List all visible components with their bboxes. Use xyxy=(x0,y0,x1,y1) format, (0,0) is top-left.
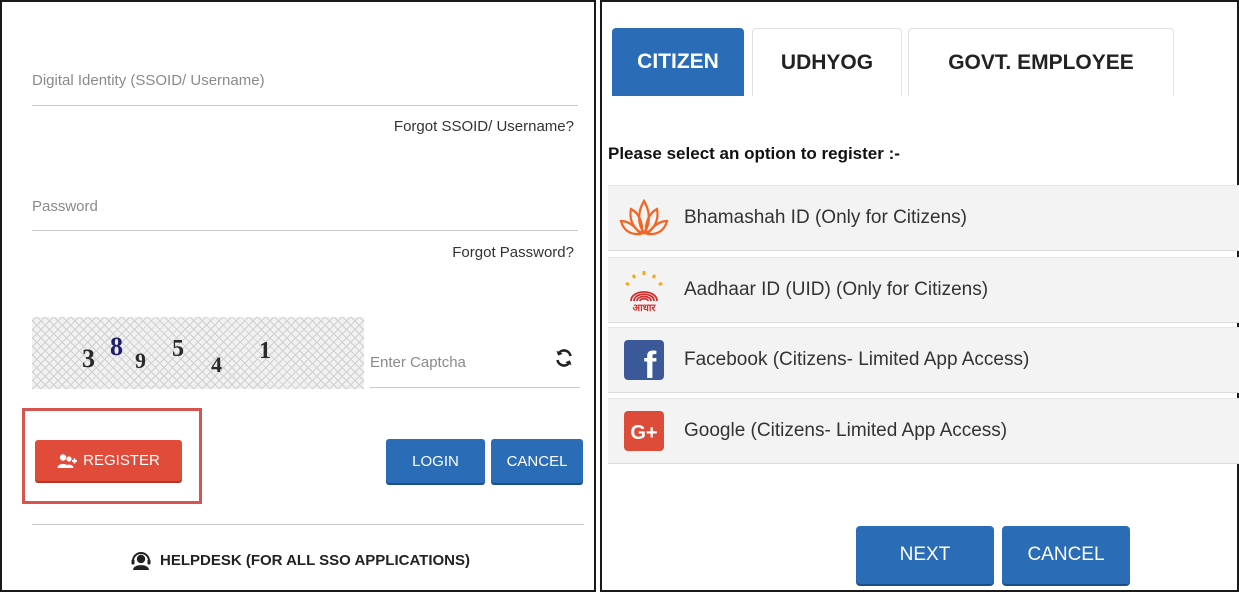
add-user-icon xyxy=(57,453,78,469)
forgot-password-link[interactable]: Forgot Password? xyxy=(452,244,574,261)
captcha-digit: 4 xyxy=(211,352,222,377)
helpdesk-link[interactable]: HELPDESK (FOR ALL SSO APPLICATIONS) xyxy=(2,550,598,570)
aadhaar-icon-text: आधार xyxy=(632,303,656,313)
captcha-image: 3 8 9 5 4 1 xyxy=(32,317,364,389)
login-panel: Forgot SSOID/ Username? Forgot Password?… xyxy=(0,0,596,592)
option-label: Google (Citizens- Limited App Access) xyxy=(684,420,1008,441)
tab-udhyog[interactable]: UDHYOG xyxy=(752,28,902,96)
cancel-button[interactable]: CANCEL xyxy=(491,439,583,483)
option-aadhaar[interactable]: आधार Aadhaar ID (UID) (Only for Citizens… xyxy=(608,257,1239,323)
captcha-digit: 5 xyxy=(172,336,184,362)
forgot-ssoid-link[interactable]: Forgot SSOID/ Username? xyxy=(394,118,574,135)
helpdesk-label: HELPDESK (FOR ALL SSO APPLICATIONS) xyxy=(159,551,470,569)
login-button[interactable]: LOGIN xyxy=(386,439,485,483)
option-label: Aadhaar ID (UID) (Only for Citizens) xyxy=(684,279,989,300)
option-google[interactable]: G+ Google (Citizens- Limited App Access) xyxy=(608,398,1239,464)
divider xyxy=(32,524,584,525)
register-cancel-button[interactable]: CANCEL xyxy=(1002,526,1130,584)
tab-govt-employee[interactable]: GOVT. EMPLOYEE xyxy=(908,28,1174,96)
headset-icon xyxy=(130,550,152,570)
facebook-icon: f xyxy=(614,335,674,385)
register-button[interactable]: REGISTER xyxy=(35,440,182,481)
captcha-digit: 1 xyxy=(259,338,271,364)
register-prompt: Please select an option to register :- xyxy=(608,144,900,163)
tab-citizen[interactable]: CITIZEN xyxy=(612,28,744,96)
option-bhamashah[interactable]: Bhamashah ID (Only for Citizens) xyxy=(608,185,1239,251)
captcha-input[interactable] xyxy=(370,354,530,371)
captcha-field xyxy=(370,344,580,388)
captcha-digit: 8 xyxy=(110,332,123,361)
captcha-digit: 3 xyxy=(82,344,95,373)
next-button[interactable]: NEXT xyxy=(856,526,994,584)
password-input[interactable] xyxy=(32,198,578,215)
bhamashah-lotus-icon xyxy=(614,193,674,243)
facebook-icon-text: f xyxy=(644,345,657,382)
refresh-icon[interactable] xyxy=(554,348,574,368)
ssoid-field xyxy=(32,72,578,106)
captcha-digit: 9 xyxy=(135,348,146,373)
register-panel: CITIZEN UDHYOG GOVT. EMPLOYEE Please sel… xyxy=(600,0,1239,592)
password-field xyxy=(32,198,578,231)
register-label: REGISTER xyxy=(83,452,160,469)
google-icon-text: G+ xyxy=(630,422,657,444)
option-label: Facebook (Citizens- Limited App Access) xyxy=(684,349,1030,370)
aadhaar-logo-icon: आधार xyxy=(614,265,674,315)
google-plus-icon: G+ xyxy=(614,406,674,456)
option-label: Bhamashah ID (Only for Citizens) xyxy=(684,207,967,228)
ssoid-input[interactable] xyxy=(32,72,578,89)
option-facebook[interactable]: f Facebook (Citizens- Limited App Access… xyxy=(608,327,1239,393)
